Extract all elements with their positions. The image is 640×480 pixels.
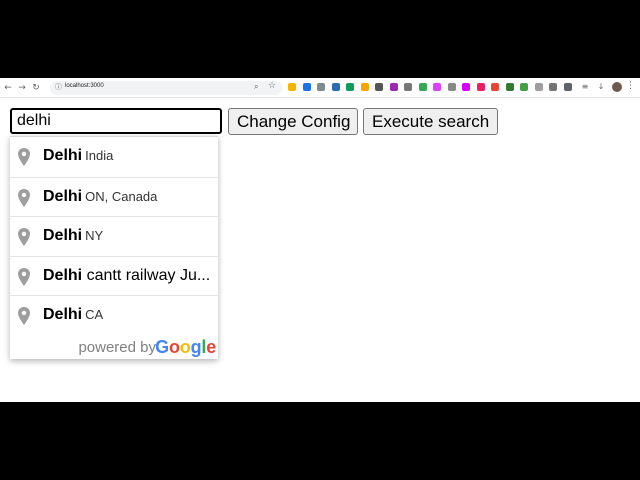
suggestion-item[interactable]: Delhi CA — [10, 295, 218, 335]
google-letter: G — [155, 336, 169, 357]
powered-by-text: powered by — [78, 338, 156, 356]
suggestion-item[interactable]: Delhi cantt railway Ju... — [10, 255, 218, 296]
google-letter: g — [190, 336, 202, 357]
extension-13-icon[interactable] — [462, 83, 470, 91]
suggestion-text: Delhi cantt railway Ju... — [43, 267, 215, 285]
reload-icon[interactable]: ↻ — [30, 82, 42, 94]
browser-toolbar: ← → ↻ ⓘ localhost:3000 ⌕ ☆ ≡ ↓ ⋮ — [0, 78, 640, 98]
google-logo: Google — [155, 337, 216, 358]
map-pin-icon — [18, 148, 30, 166]
suggestion-secondary: India — [85, 148, 114, 163]
change-config-button[interactable]: Change Config — [228, 108, 358, 135]
forward-icon[interactable]: → — [16, 82, 28, 94]
extension-8-icon[interactable] — [389, 83, 398, 91]
address-url: localhost:3000 — [65, 83, 104, 89]
extension-7-icon[interactable] — [375, 83, 383, 91]
extension-17-icon[interactable] — [520, 83, 528, 91]
extension-5-icon[interactable] — [346, 83, 354, 91]
extension-4-icon[interactable] — [331, 83, 340, 91]
extension-1-icon[interactable] — [288, 83, 296, 91]
profile-avatar[interactable] — [612, 82, 622, 92]
suggestion-text: Delhi NY — [43, 227, 215, 245]
suggestion-secondary: ON, Canada — [85, 188, 158, 204]
suggestion-match: Delhi — [43, 147, 83, 164]
search-input[interactable] — [10, 108, 222, 134]
reading-list-icon[interactable]: ≡ — [580, 82, 590, 92]
autocomplete-dropdown: Delhi India Delhi ON, Canada Delhi NY Delhi ca… — [10, 136, 218, 359]
map-pin-icon — [18, 307, 30, 325]
extension-20-icon[interactable] — [563, 83, 572, 91]
extension-12-icon[interactable] — [447, 83, 456, 91]
suggestion-text: Delhi CA — [43, 306, 215, 324]
suggestion-match: Delhi — [43, 187, 83, 205]
extension-15-icon[interactable] — [491, 83, 499, 91]
suggestion-match: Delhi — [43, 227, 83, 244]
extension-6-icon[interactable] — [360, 83, 369, 91]
extension-16-icon[interactable] — [505, 83, 514, 91]
suggestion-secondary: CA — [85, 307, 104, 322]
back-icon[interactable]: ← — [2, 82, 14, 94]
extension-2-icon[interactable] — [302, 83, 311, 91]
address-bar[interactable]: ⓘ localhost:3000 ⌕ ☆ — [50, 81, 282, 95]
site-info-icon[interactable]: ⓘ — [55, 82, 62, 92]
extension-3-icon[interactable] — [317, 83, 325, 91]
google-letter: o — [179, 336, 191, 357]
suggestion-item[interactable]: Delhi ON, Canada — [10, 176, 218, 217]
map-pin-icon — [18, 228, 30, 246]
extension-14-icon[interactable] — [476, 83, 485, 91]
map-pin-icon — [18, 188, 30, 207]
zoom-icon[interactable]: ⌕ — [254, 82, 258, 92]
google-letter: o — [168, 336, 180, 357]
browser-viewport: ← → ↻ ⓘ localhost:3000 ⌕ ☆ ≡ ↓ ⋮ Change … — [0, 78, 640, 402]
download-icon[interactable]: ↓ — [596, 82, 606, 92]
suggestion-secondary: NY — [85, 228, 104, 243]
suggestion-rest: cantt railway Ju... — [82, 266, 211, 284]
extension-11-icon[interactable] — [433, 83, 441, 91]
extension-18-icon[interactable] — [534, 83, 543, 91]
execute-search-button[interactable]: Execute search — [363, 108, 498, 135]
suggestion-text: Delhi ON, Canada — [43, 188, 215, 206]
suggestion-item[interactable]: Delhi NY — [10, 216, 218, 256]
extension-10-icon[interactable] — [418, 83, 427, 91]
extension-19-icon[interactable] — [549, 83, 557, 91]
google-letter: e — [206, 336, 216, 357]
map-pin-icon — [18, 267, 30, 286]
autocomplete-footer: powered by Google — [10, 335, 218, 359]
suggestion-match: Delhi — [43, 266, 83, 284]
suggestion-text: Delhi India — [43, 147, 215, 165]
suggestion-match: Delhi — [43, 306, 83, 323]
suggestion-item[interactable]: Delhi India — [10, 137, 218, 177]
extension-9-icon[interactable] — [404, 83, 412, 91]
menu-dots-icon[interactable]: ⋮ — [626, 81, 635, 91]
bookmark-star-icon[interactable]: ☆ — [268, 81, 276, 91]
